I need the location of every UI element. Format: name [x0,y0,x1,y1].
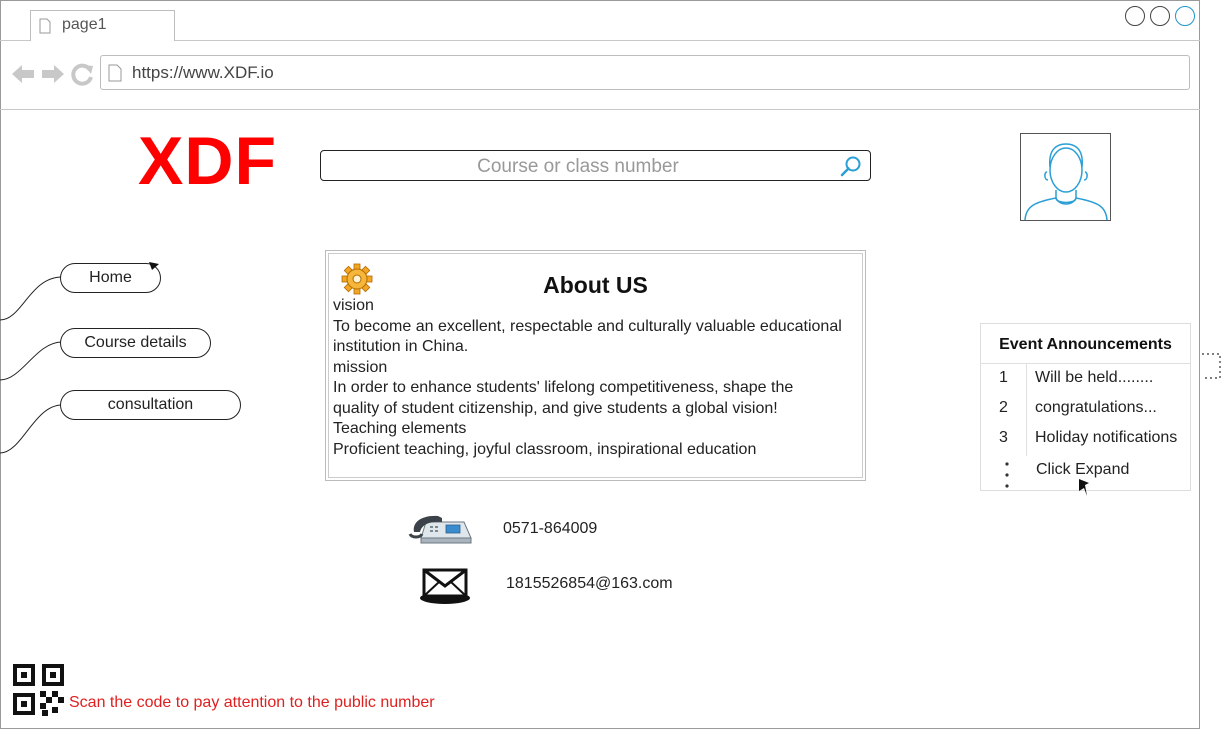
nav-connector-lines [0,276,63,454]
announcements-divider [981,363,1190,364]
site-logo[interactable]: XDF [138,122,277,200]
search-input[interactable] [321,151,835,182]
maximize-button[interactable] [1150,6,1170,26]
dotted-handle-icon [1202,353,1221,379]
telephone-icon [408,515,472,544]
teaching-text: Proficient teaching, joyful classroom, i… [333,440,757,458]
vision-text: To become an excellent, respectable and … [333,317,842,356]
event-announcements-panel: Event Announcements 1 Will be held......… [980,323,1191,491]
about-text: vision To become an excellent, respectab… [333,296,843,460]
mouse-cursor-icon [1079,479,1089,496]
page-icon [108,64,122,82]
user-icon [1024,143,1108,220]
announcement-number: 3 [999,429,1008,446]
announcement-item[interactable]: Holiday notifications [1035,429,1177,447]
reload-icon[interactable] [70,62,96,86]
announcement-item[interactable]: Will be held........ [1035,369,1153,387]
mail-icon [420,568,470,604]
tabbar-divider [0,40,1200,41]
mission-heading: mission [333,358,388,376]
about-us-panel: About US vision To become an excellent, … [325,250,866,481]
tab-label: page1 [62,16,107,33]
browser-tab[interactable]: page1 [30,10,175,41]
teaching-heading: Teaching elements [333,420,467,437]
user-avatar[interactable] [1020,133,1111,221]
close-button[interactable] [1175,6,1195,26]
more-dots-icon [1005,462,1009,488]
nav-consultation[interactable]: consultation [60,390,241,420]
email-address[interactable]: 1815526854@163.com [506,575,673,593]
search-box[interactable] [320,150,871,182]
url-text: https://www.XDF.io [132,63,274,82]
vision-heading: vision [333,297,374,314]
nav-home[interactable]: Home [60,263,161,293]
announcements-title: Event Announcements [999,336,1172,353]
document-icon [39,18,51,34]
announcement-item[interactable]: congratulations... [1035,399,1157,417]
phone-number[interactable]: 0571-864009 [503,520,597,538]
nav-course-details[interactable]: Course details [60,328,211,358]
mission-text: In order to enhance students' lifelong c… [333,379,794,417]
address-bar[interactable]: https://www.XDF.io [100,55,1190,90]
pointer-arrow-icon [149,262,159,270]
forward-arrow-icon[interactable] [40,62,66,86]
announcement-number: 1 [999,369,1008,386]
back-arrow-icon[interactable] [10,62,36,86]
click-expand-link[interactable]: Click Expand [1036,461,1129,479]
column-divider [1026,364,1027,456]
qr-caption: Scan the code to pay attention to the pu… [69,694,435,711]
toolbar-divider [0,109,1200,110]
minimize-button[interactable] [1125,6,1145,26]
qr-code-icon[interactable] [12,663,65,716]
announcement-number: 2 [999,399,1008,416]
search-icon[interactable] [840,155,862,177]
about-title: About US [543,272,648,298]
